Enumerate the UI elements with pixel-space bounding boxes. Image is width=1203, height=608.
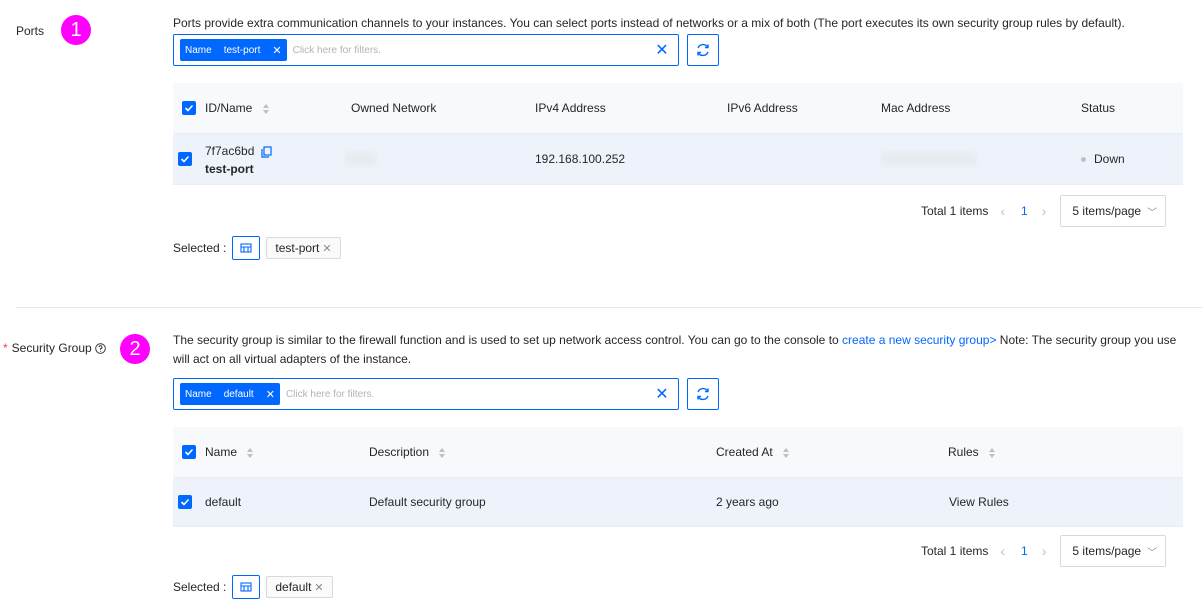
selected-label: Selected : bbox=[173, 580, 227, 594]
ports-pagination: Total 1 items ‹ 1 › 5 items/page ﹀ bbox=[921, 195, 1167, 227]
list-icon bbox=[240, 243, 252, 253]
clear-icon[interactable]: ✕ bbox=[646, 384, 678, 404]
sg-table-header: Name Description Created At Rules bbox=[173, 427, 1183, 477]
selected-chip[interactable]: test-port ✕ bbox=[266, 237, 341, 259]
ports-filter-input[interactable]: Click here for filters. bbox=[293, 45, 646, 56]
section-divider bbox=[16, 307, 1203, 308]
help-icon[interactable] bbox=[94, 342, 106, 354]
column-ipv6: IPv6 Address bbox=[727, 101, 798, 115]
mac-value bbox=[881, 152, 977, 166]
page-number[interactable]: 1 bbox=[1021, 544, 1028, 558]
ports-label: Ports bbox=[16, 24, 45, 38]
column-mac: Mac Address bbox=[881, 101, 951, 115]
column-owned-network: Owned Network bbox=[351, 101, 437, 115]
select-all-checkbox[interactable] bbox=[182, 101, 196, 115]
ports-table-header: ID/Name Owned Network IPv4 Address IPv6 … bbox=[173, 83, 1183, 133]
column-rules[interactable]: Rules bbox=[948, 445, 996, 459]
chevron-down-icon: ﹀ bbox=[1147, 207, 1158, 219]
chevron-down-icon: ﹀ bbox=[1147, 547, 1158, 559]
required-marker: * bbox=[3, 341, 8, 355]
select-all-checkbox[interactable] bbox=[182, 445, 196, 459]
selected-list-button[interactable] bbox=[232, 236, 261, 260]
close-icon[interactable]: ✕ bbox=[266, 388, 275, 401]
selected-label: Selected : bbox=[173, 241, 227, 255]
sg-refresh-button[interactable] bbox=[687, 378, 719, 410]
sort-icon bbox=[989, 447, 996, 458]
sort-icon bbox=[262, 103, 269, 114]
port-name: test-port bbox=[205, 162, 254, 176]
ipv4-value: 192.168.100.252 bbox=[535, 152, 626, 166]
refresh-icon bbox=[697, 387, 709, 401]
row-checkbox[interactable] bbox=[178, 495, 192, 509]
prev-page-icon[interactable]: ‹ bbox=[1000, 543, 1005, 559]
column-status: Status bbox=[1081, 101, 1116, 115]
row-checkbox[interactable] bbox=[178, 152, 192, 166]
column-id-name[interactable]: ID/Name bbox=[205, 101, 270, 115]
total-count: Total 1 items bbox=[921, 204, 989, 218]
sort-icon bbox=[247, 447, 254, 458]
step-badge-2: 2 bbox=[120, 334, 150, 364]
table-row[interactable]: default Default security group 2 years a… bbox=[173, 477, 1183, 527]
list-icon bbox=[240, 582, 252, 592]
total-count: Total 1 items bbox=[921, 544, 989, 558]
copy-icon[interactable] bbox=[261, 146, 272, 158]
filter-tag-key: Name bbox=[185, 388, 212, 400]
table-row[interactable]: 7f7ac6bd test-port 192.168.100.252 Down bbox=[173, 133, 1183, 185]
create-security-group-link[interactable]: create a new security group> bbox=[842, 333, 996, 347]
ports-refresh-button[interactable] bbox=[687, 34, 719, 66]
sg-created-at: 2 years ago bbox=[716, 495, 779, 509]
sg-filter-input[interactable]: Click here for filters. bbox=[286, 389, 646, 400]
security-group-description: The security group is similar to the fir… bbox=[173, 333, 1177, 366]
close-icon[interactable]: ✕ bbox=[322, 242, 331, 255]
filter-tag-value: default bbox=[223, 388, 254, 400]
security-group-label: * Security Group bbox=[3, 341, 106, 355]
close-icon[interactable]: ✕ bbox=[314, 581, 323, 594]
view-rules-link[interactable]: View Rules bbox=[949, 495, 1009, 509]
selected-list-button[interactable] bbox=[232, 575, 261, 599]
sort-icon bbox=[783, 447, 790, 458]
ports-description: Ports provide extra communication channe… bbox=[173, 16, 1125, 30]
page-number[interactable]: 1 bbox=[1021, 204, 1028, 218]
status-badge: Down bbox=[1081, 152, 1125, 166]
page-size-select[interactable]: 5 items/page ﹀ bbox=[1060, 535, 1167, 567]
port-id: 7f7ac6bd bbox=[205, 144, 272, 158]
clear-icon[interactable]: ✕ bbox=[646, 40, 678, 60]
sort-icon bbox=[439, 447, 446, 458]
column-created-at[interactable]: Created At bbox=[716, 445, 790, 459]
ports-selected-row: Selected : test-port ✕ bbox=[173, 236, 341, 260]
filter-tag-key: Name bbox=[185, 44, 212, 56]
filter-tag-value: test-port bbox=[223, 44, 261, 56]
status-dot-icon bbox=[1081, 157, 1086, 163]
refresh-icon bbox=[697, 43, 709, 57]
sg-selected-row: Selected : default ✕ bbox=[173, 575, 333, 599]
sg-pagination: Total 1 items ‹ 1 › 5 items/page ﹀ bbox=[921, 535, 1167, 567]
close-icon[interactable]: ✕ bbox=[272, 44, 281, 57]
next-page-icon[interactable]: › bbox=[1042, 203, 1047, 219]
sg-description: Default security group bbox=[369, 495, 486, 509]
sg-filter-bar[interactable]: Name default ✕ Click here for filters. ✕ bbox=[173, 378, 679, 410]
next-page-icon[interactable]: › bbox=[1042, 543, 1047, 559]
sg-filter-tag[interactable]: Name default ✕ bbox=[180, 383, 280, 405]
page-size-select[interactable]: 5 items/page ﹀ bbox=[1060, 195, 1167, 227]
owned-network-value bbox=[345, 152, 377, 166]
ports-filter-tag[interactable]: Name test-port ✕ bbox=[180, 39, 287, 61]
column-description[interactable]: Description bbox=[369, 445, 446, 459]
prev-page-icon[interactable]: ‹ bbox=[1000, 203, 1005, 219]
sg-name: default bbox=[205, 495, 242, 509]
ports-filter-bar[interactable]: Name test-port ✕ Click here for filters.… bbox=[173, 34, 679, 66]
column-name[interactable]: Name bbox=[205, 445, 254, 459]
step-badge-1: 1 bbox=[61, 15, 91, 45]
column-ipv4: IPv4 Address bbox=[535, 101, 606, 115]
selected-chip[interactable]: default ✕ bbox=[266, 576, 333, 598]
